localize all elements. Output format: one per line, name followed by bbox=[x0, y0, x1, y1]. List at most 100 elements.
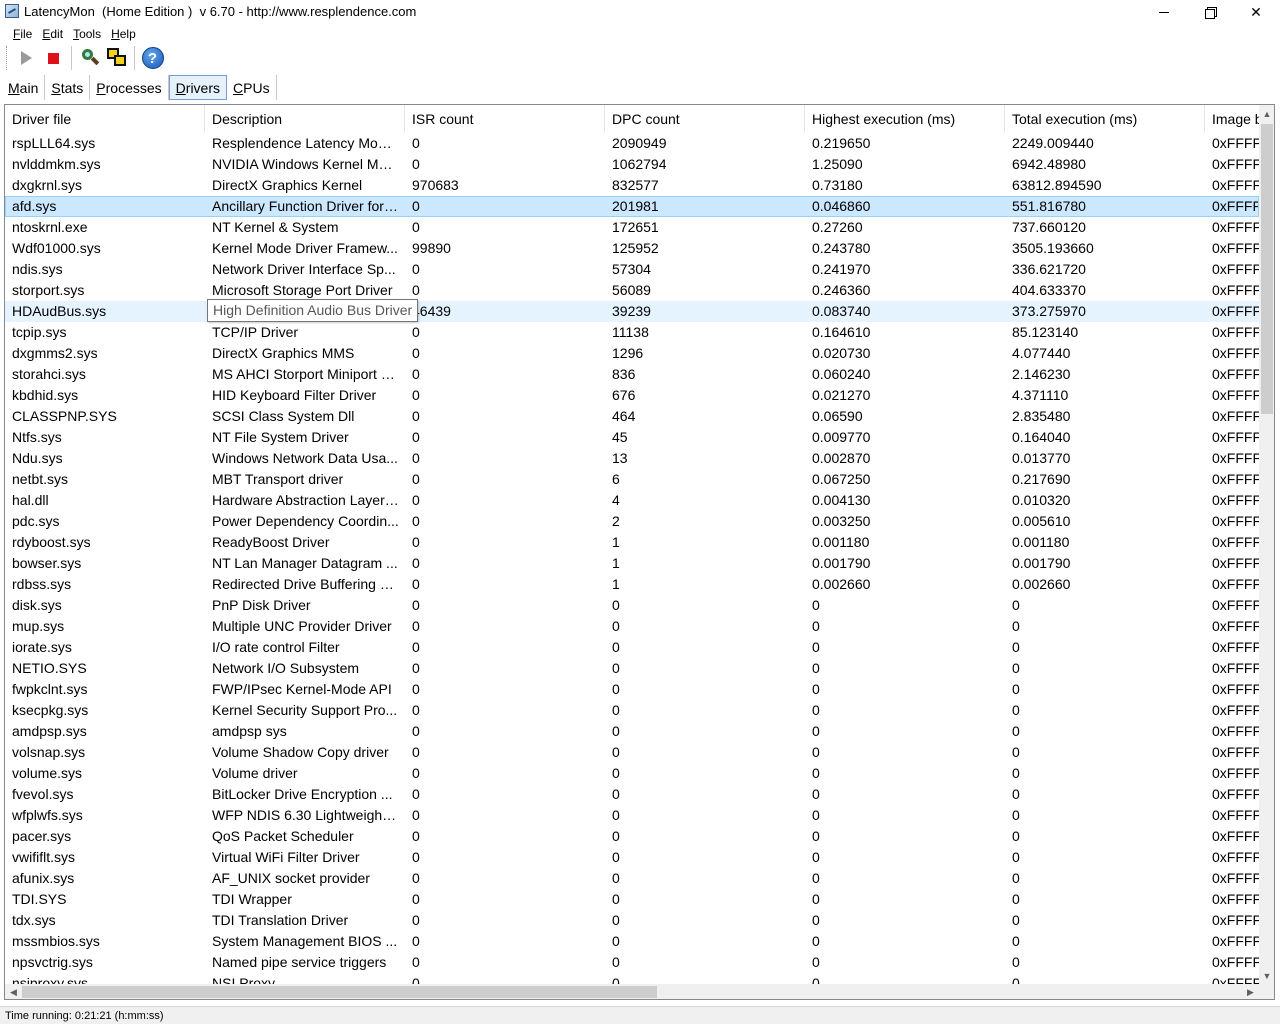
table-row[interactable]: pdc.sys Power Dependency Coordin... 0 2 0.00… bbox=[5, 511, 1259, 532]
vertical-scroll-thumb[interactable] bbox=[1261, 124, 1273, 414]
table-row[interactable]: ntoskrnl.exe NT Kernel & System 0 172651 0.2… bbox=[5, 217, 1259, 238]
tab-main[interactable]: Main bbox=[2, 75, 46, 100]
help-button[interactable]: ? bbox=[139, 45, 166, 72]
table-row[interactable]: disk.sys PnP Disk Driver 0 0 0 0 0xFFFF bbox=[5, 595, 1259, 616]
table-row[interactable]: amdpsp.sys amdpsp sys 0 0 0 0 0xFFFF bbox=[5, 721, 1259, 742]
table-row[interactable]: hal.dll Hardware Abstraction Layer ... 0 4 0… bbox=[5, 490, 1259, 511]
vertical-scrollbar[interactable]: ▲ ▼ bbox=[1259, 105, 1274, 984]
start-button[interactable] bbox=[13, 45, 40, 72]
cell-isr-count: 0 bbox=[412, 261, 420, 277]
cell-total-execution: 0 bbox=[1012, 681, 1020, 697]
cell-isr-count: 0 bbox=[412, 765, 420, 781]
cell-total-execution: 0 bbox=[1012, 912, 1020, 928]
cell-driver-file: Ntfs.sys bbox=[12, 429, 62, 445]
column-header-driver-file[interactable]: Driver file bbox=[5, 105, 205, 133]
stop-button[interactable] bbox=[40, 45, 67, 72]
scroll-left-icon[interactable]: ◀ bbox=[5, 984, 22, 999]
cell-total-execution: 0 bbox=[1012, 933, 1020, 949]
horizontal-scrollbar[interactable]: ◀ ▶ bbox=[5, 984, 1259, 999]
table-row[interactable]: Ntfs.sys NT File System Driver 0 45 0.009770… bbox=[5, 427, 1259, 448]
cell-total-execution: 0.164040 bbox=[1012, 429, 1071, 445]
table-row[interactable]: volume.sys Volume driver 0 0 0 0 0xFFFF bbox=[5, 763, 1259, 784]
table-row[interactable]: vwififlt.sys Virtual WiFi Filter Driver 0 0… bbox=[5, 847, 1259, 868]
cell-driver-file: pacer.sys bbox=[12, 828, 72, 844]
toolbar-grip[interactable] bbox=[6, 46, 9, 70]
cell-total-execution: 737.660120 bbox=[1012, 219, 1086, 235]
tools-icon bbox=[80, 48, 100, 68]
table-header: Driver file Description ISR count DPC co… bbox=[5, 105, 1259, 133]
cell-dpc-count: 0 bbox=[612, 954, 620, 970]
table-row[interactable]: Ndu.sys Windows Network Data Usa... 0 13 0.0… bbox=[5, 448, 1259, 469]
table-row[interactable]: CLASSPNP.SYS SCSI Class System Dll 0 464 0.0… bbox=[5, 406, 1259, 427]
cell-dpc-count: 0 bbox=[612, 744, 620, 760]
cell-description: BitLocker Drive Encryption ... bbox=[212, 786, 393, 802]
column-header-highest-execution[interactable]: Highest execution (ms) bbox=[805, 105, 1005, 133]
cell-image-base: 0xFFFF bbox=[1212, 492, 1259, 508]
table-row[interactable]: dxgkrnl.sys DirectX Graphics Kernel 970683… bbox=[5, 175, 1259, 196]
table-row[interactable]: storport.sys Microsoft Storage Port Drive… bbox=[5, 280, 1259, 301]
table-row[interactable]: pacer.sys QoS Packet Scheduler 0 0 0 0 0xFFFF bbox=[5, 826, 1259, 847]
cell-image-base: 0xFFFF bbox=[1212, 303, 1259, 319]
scroll-right-icon[interactable]: ▶ bbox=[1242, 984, 1259, 999]
cell-image-base: 0xFFFF bbox=[1212, 345, 1259, 361]
column-header-isr-count[interactable]: ISR count bbox=[405, 105, 605, 133]
table-row[interactable]: tcpip.sys TCP/IP Driver 0 11138 0.164610 85.1… bbox=[5, 322, 1259, 343]
cell-isr-count: 0 bbox=[412, 828, 420, 844]
table-row[interactable]: rspLLL64.sys Resplendence Latency Monit..… bbox=[5, 133, 1259, 154]
cell-highest-execution: 0 bbox=[812, 639, 820, 655]
cell-highest-execution: 0.164610 bbox=[812, 324, 871, 340]
column-header-total-execution[interactable]: Total execution (ms) bbox=[1005, 105, 1205, 133]
tab-cpus[interactable]: C PUs bbox=[227, 75, 277, 100]
column-header-description[interactable]: Description bbox=[205, 105, 405, 133]
table-row[interactable]: kbdhid.sys HID Keyboard Filter Driver 0 676… bbox=[5, 385, 1259, 406]
menu-file[interactable]: File bbox=[8, 27, 37, 41]
table-row[interactable]: iorate.sys I/O rate control Filter 0 0 0 0 0xF… bbox=[5, 637, 1259, 658]
table-row[interactable]: tdx.sys TDI Translation Driver 0 0 0 0 0xFFFF bbox=[5, 910, 1259, 931]
table-row[interactable]: nsiproxy.sys NSI Proxy 0 0 0 0 0xFFFF bbox=[5, 973, 1259, 984]
table-row[interactable]: ndis.sys Network Driver Interface Sp... 0 5… bbox=[5, 259, 1259, 280]
windows-button[interactable] bbox=[103, 45, 130, 72]
table-row[interactable]: volsnap.sys Volume Shadow Copy driver 0 0 0 0… bbox=[5, 742, 1259, 763]
table-row[interactable]: netbt.sys MBT Transport driver 0 6 0.067250 0… bbox=[5, 469, 1259, 490]
table-row[interactable]: fvevol.sys BitLocker Drive Encryption ...… bbox=[5, 784, 1259, 805]
table-row[interactable]: TDI.SYS TDI Wrapper 0 0 0 0 0xFFFF bbox=[5, 889, 1259, 910]
table-row[interactable]: wfplwfs.sys WFP NDIS 6.30 Lightweight ...… bbox=[5, 805, 1259, 826]
table-row[interactable]: afunix.sys AF_UNIX socket provider 0 0 0 0 0xF… bbox=[5, 868, 1259, 889]
cell-description: Ancillary Function Driver for ... bbox=[212, 198, 400, 214]
tab-stats[interactable]: Stats bbox=[45, 75, 91, 100]
scroll-down-icon[interactable]: ▼ bbox=[1259, 967, 1274, 984]
menu-tools[interactable]: Tools bbox=[68, 27, 106, 41]
table-row[interactable]: nvlddmkm.sys NVIDIA Windows Kernel Mod...… bbox=[5, 154, 1259, 175]
column-header-dpc-count[interactable]: DPC count bbox=[605, 105, 805, 133]
menu-help[interactable]: Help bbox=[106, 27, 141, 41]
table-row[interactable]: dxgmms2.sys DirectX Graphics MMS 0 1296 0.02… bbox=[5, 343, 1259, 364]
table-row[interactable]: rdyboost.sys ReadyBoost Driver 0 1 0.001180 0… bbox=[5, 532, 1259, 553]
scroll-up-icon[interactable]: ▲ bbox=[1259, 105, 1274, 122]
horizontal-scroll-thumb[interactable] bbox=[22, 986, 657, 998]
table-row[interactable]: ksecpkg.sys Kernel Security Support Pro..… bbox=[5, 700, 1259, 721]
column-header-image-base[interactable]: Image b bbox=[1205, 105, 1259, 133]
table-row[interactable]: npsvctrig.sys Named pipe service triggers… bbox=[5, 952, 1259, 973]
table-row[interactable]: afd.sys Ancillary Function Driver for ...… bbox=[5, 196, 1259, 217]
table-row[interactable]: bowser.sys NT Lan Manager Datagram ... 0 1 0… bbox=[5, 553, 1259, 574]
menu-edit[interactable]: Edit bbox=[37, 27, 68, 41]
tab-drivers[interactable]: Drivers bbox=[168, 75, 228, 100]
table-row[interactable]: mssmbios.sys System Management BIOS ... 0 0… bbox=[5, 931, 1259, 952]
cell-dpc-count: 676 bbox=[612, 387, 636, 403]
table-row[interactable]: HDAudBus.sys High Definition Audio Bus Dr… bbox=[5, 301, 1259, 322]
close-button[interactable]: ✕ bbox=[1233, 0, 1279, 24]
minimize-button[interactable] bbox=[1141, 0, 1187, 24]
cell-dpc-count: 0 bbox=[612, 639, 620, 655]
table-row[interactable]: fwpkclnt.sys FWP/IPsec Kernel-Mode API 0 0 0… bbox=[5, 679, 1259, 700]
restore-button[interactable] bbox=[1187, 0, 1233, 24]
tools-button[interactable] bbox=[76, 45, 103, 72]
cell-dpc-count: 0 bbox=[612, 786, 620, 802]
table-row[interactable]: mup.sys Multiple UNC Provider Driver 0 0 0 0 0… bbox=[5, 616, 1259, 637]
cell-total-execution: 0.005610 bbox=[1012, 513, 1071, 529]
table-row[interactable]: NETIO.SYS Network I/O Subsystem 0 0 0 0 0xFFFF bbox=[5, 658, 1259, 679]
tab-processes[interactable]: Processes bbox=[90, 75, 169, 100]
table-row[interactable]: storahci.sys MS AHCI Storport Miniport D.… bbox=[5, 364, 1259, 385]
table-row[interactable]: Wdf01000.sys Kernel Mode Driver Framew...… bbox=[5, 238, 1259, 259]
cell-total-execution: 0.217690 bbox=[1012, 471, 1071, 487]
table-row[interactable]: rdbss.sys Redirected Drive Buffering S...… bbox=[5, 574, 1259, 595]
